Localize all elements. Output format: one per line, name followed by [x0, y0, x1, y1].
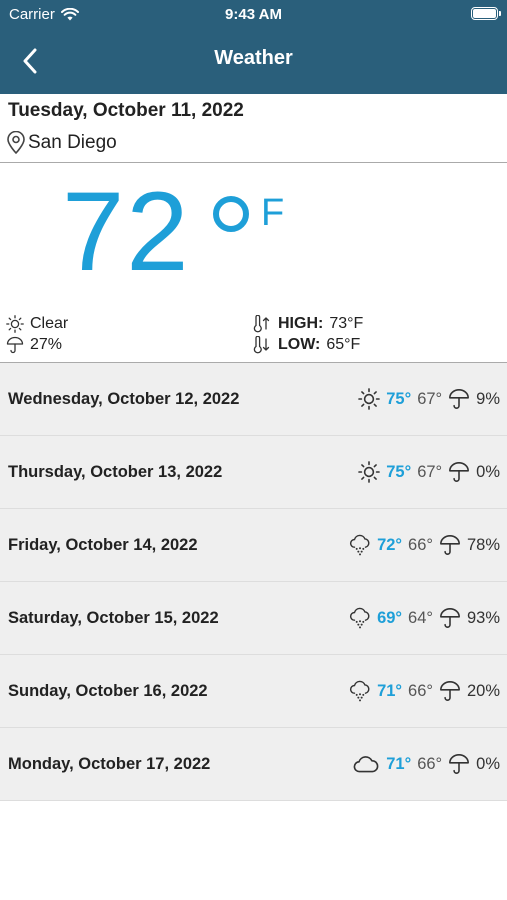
- forecast-list: Wednesday, October 12, 2022 75° 67° 9% T…: [0, 363, 507, 801]
- forecast-precip: 20%: [466, 681, 500, 700]
- forecast-row[interactable]: Wednesday, October 12, 2022 75° 67° 9%: [0, 363, 507, 436]
- precipitation-value: 27%: [30, 336, 63, 353]
- temperature-unit: F: [261, 192, 285, 234]
- location: San Diego: [6, 131, 117, 155]
- forecast-low: 67°: [417, 389, 443, 408]
- forecast-precip: 0%: [476, 754, 500, 773]
- forecast-low: 66°: [408, 535, 433, 554]
- high-temperature: HIGH: 73°F: [252, 315, 363, 333]
- umbrella-icon: [439, 534, 461, 556]
- thermometer-up-icon: [252, 315, 272, 333]
- degree-symbol: [213, 196, 249, 232]
- current-condition: Clear: [6, 315, 68, 333]
- high-label: HIGH:: [278, 315, 324, 332]
- umbrella-icon: [448, 388, 470, 410]
- low-temperature: LOW: 65°F: [252, 336, 360, 354]
- rain-cloud-icon: [349, 680, 371, 702]
- forecast-values: 72° 66° 78%: [349, 534, 500, 556]
- high-value: 73°F: [329, 315, 364, 332]
- umbrella-icon: [448, 753, 470, 775]
- forecast-values: 75° 67° 9%: [358, 388, 500, 410]
- umbrella-icon: [448, 461, 470, 483]
- forecast-row[interactable]: Friday, October 14, 2022 72° 66° 78%: [0, 509, 507, 582]
- location-pin-icon: [6, 131, 26, 155]
- forecast-day: Friday, October 14, 2022: [8, 535, 198, 554]
- forecast-values: 71° 66° 0%: [352, 753, 500, 775]
- umbrella-icon: [439, 680, 461, 702]
- forecast-high: 75°: [386, 462, 412, 481]
- status-bar: Carrier 9:43 AM: [0, 0, 507, 30]
- forecast-row[interactable]: Monday, October 17, 2022 71° 66° 0%: [0, 728, 507, 801]
- forecast-values: 71° 66° 20%: [349, 680, 500, 702]
- current-date: Tuesday, October 11, 2022: [8, 100, 244, 121]
- umbrella-icon: [6, 336, 24, 354]
- umbrella-icon: [439, 607, 461, 629]
- rain-cloud-icon: [349, 607, 371, 629]
- forecast-high: 75°: [386, 389, 412, 408]
- forecast-precip: 78%: [466, 535, 500, 554]
- forecast-day: Wednesday, October 12, 2022: [8, 389, 240, 408]
- forecast-row[interactable]: Sunday, October 16, 2022 71° 66° 20%: [0, 655, 507, 728]
- page-title: Weather: [214, 47, 293, 69]
- forecast-day: Monday, October 17, 2022: [8, 754, 211, 773]
- condition-label: Clear: [30, 315, 69, 332]
- forecast-row[interactable]: Saturday, October 15, 2022 69° 64° 93%: [0, 582, 507, 655]
- forecast-day: Thursday, October 13, 2022: [8, 462, 223, 481]
- low-label: LOW:: [278, 336, 321, 353]
- divider: [0, 162, 507, 163]
- forecast-low: 66°: [417, 754, 443, 773]
- forecast-high: 72°: [377, 535, 403, 554]
- current-temperature: 72: [62, 169, 191, 294]
- forecast-precip: 93%: [466, 608, 500, 627]
- forecast-high: 71°: [386, 754, 412, 773]
- current-precipitation: 27%: [6, 336, 62, 354]
- sun-icon: [358, 388, 381, 410]
- forecast-low: 64°: [408, 608, 433, 627]
- sun-icon: [6, 315, 24, 333]
- rain-cloud-icon: [349, 534, 371, 556]
- forecast-day: Saturday, October 15, 2022: [8, 608, 219, 627]
- location-name: San Diego: [28, 132, 117, 153]
- forecast-precip: 0%: [476, 462, 500, 481]
- battery-icon: [471, 7, 501, 20]
- forecast-precip: 9%: [476, 389, 500, 408]
- forecast-values: 69° 64° 93%: [349, 607, 500, 629]
- forecast-day: Sunday, October 16, 2022: [8, 681, 208, 700]
- sun-icon: [358, 461, 381, 483]
- status-time: 9:43 AM: [225, 6, 282, 23]
- forecast-high: 71°: [377, 681, 403, 700]
- forecast-low: 66°: [408, 681, 433, 700]
- forecast-high: 69°: [377, 608, 403, 627]
- low-value: 65°F: [326, 336, 361, 353]
- forecast-row[interactable]: Thursday, October 13, 2022 75° 67° 0%: [0, 436, 507, 509]
- app-header: Carrier 9:43 AM Weather: [0, 0, 507, 94]
- forecast-values: 75° 67° 0%: [358, 461, 500, 483]
- forecast-low: 67°: [417, 462, 443, 481]
- cloud-icon: [352, 753, 380, 775]
- thermometer-down-icon: [252, 336, 272, 354]
